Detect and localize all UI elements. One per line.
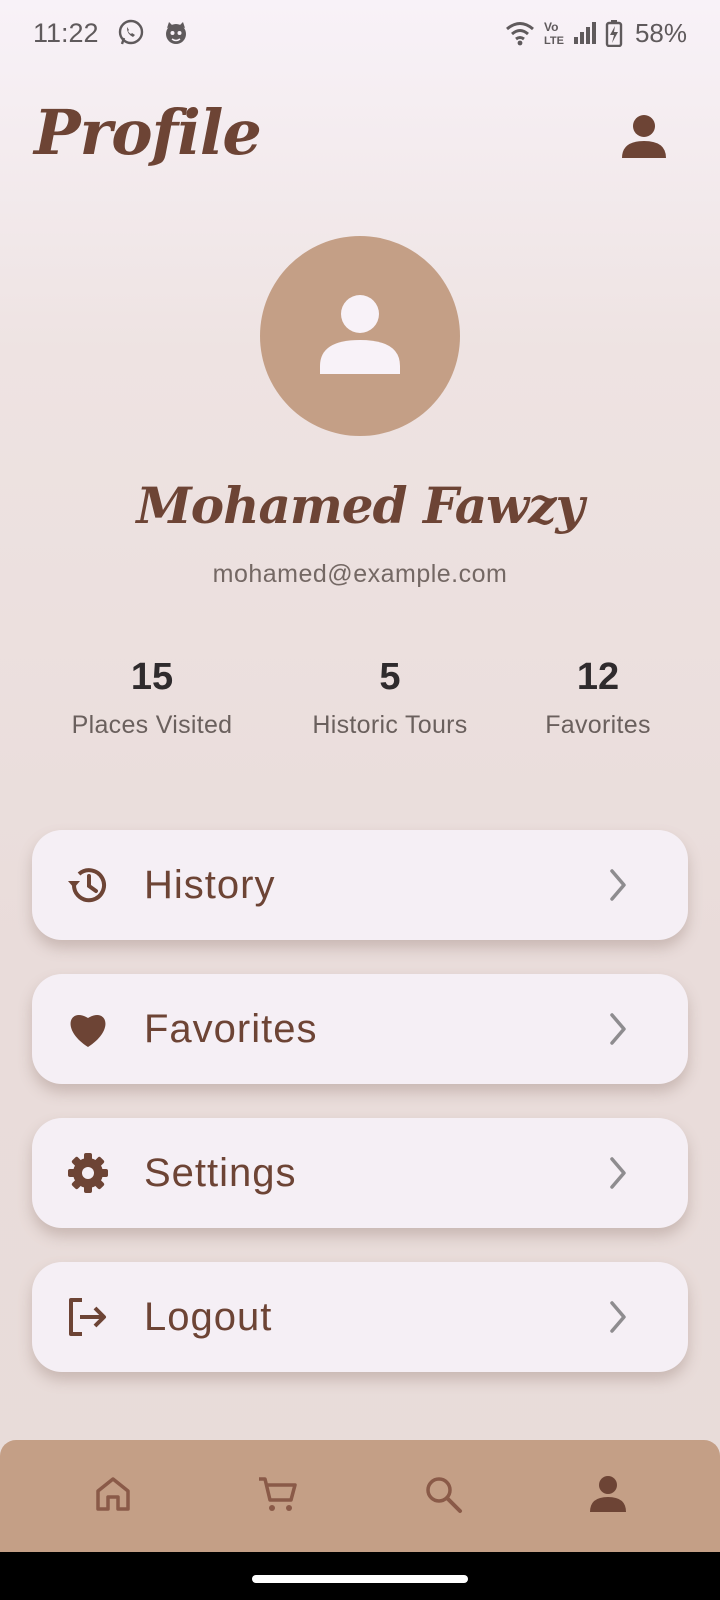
gear-icon [64,1149,112,1197]
stat-value: 12 [576,656,620,698]
menu-item-history[interactable]: History [32,830,688,940]
svg-text:LTE: LTE [544,35,564,47]
wifi-icon [505,20,535,46]
menu-label: Settings [144,1150,297,1195]
menu-label: Favorites [144,1006,318,1051]
logout-icon [64,1293,112,1341]
search-icon [423,1474,463,1519]
menu-item-favorites[interactable]: Favorites [32,974,688,1084]
stat-label: Favorites [545,711,651,739]
gesture-handle[interactable] [252,1575,468,1583]
nav-home-button[interactable] [83,1466,143,1526]
menu-label: Logout [144,1294,273,1339]
svg-text:Vo: Vo [544,20,558,34]
status-bar: 11:22 Vo LTE 58% [0,0,720,66]
whatsapp-icon [117,19,145,47]
signal-icon [573,21,597,45]
stat-value: 15 [130,656,174,698]
heart-icon [64,1005,112,1053]
history-icon [64,861,112,909]
cart-icon [257,1474,299,1519]
stat-label: Places Visited [71,711,233,739]
status-right: Vo LTE 58% [505,18,687,49]
avatar-person-icon [318,292,402,381]
chevron-right-icon [598,1297,638,1337]
nav-cart-button[interactable] [248,1466,308,1526]
person-icon [589,1475,627,1518]
home-icon [93,1474,133,1519]
chevron-right-icon [598,865,638,905]
battery-percentage: 58% [634,17,687,48]
battery-charging-icon [605,19,623,47]
nav-search-button[interactable] [413,1466,473,1526]
person-icon [620,112,668,165]
page-title: Profile [34,96,262,169]
cat-icon [163,20,189,46]
stat-places-visited: 15 Places Visited [42,656,262,740]
stat-historic-tours: 5 Historic Tours [280,656,500,740]
menu-item-settings[interactable]: Settings [32,1118,688,1228]
menu-item-logout[interactable]: Logout [32,1262,688,1372]
bottom-navigation [0,1440,720,1552]
nav-profile-button[interactable] [578,1466,638,1526]
user-email: mohamed@example.com [212,560,508,588]
stat-label: Historic Tours [312,711,468,739]
chevron-right-icon [598,1009,638,1049]
stat-value: 5 [379,656,401,698]
volte-icon: Vo LTE [543,19,565,47]
status-time: 11:22 [33,17,99,48]
user-name: Mohamed Fawzy [136,476,584,535]
header-profile-button[interactable] [618,112,670,164]
status-left: 11:22 [33,18,189,49]
chevron-right-icon [598,1153,638,1193]
stat-favorites: 12 Favorites [488,656,708,740]
menu-label: History [144,862,276,907]
avatar [260,236,460,436]
